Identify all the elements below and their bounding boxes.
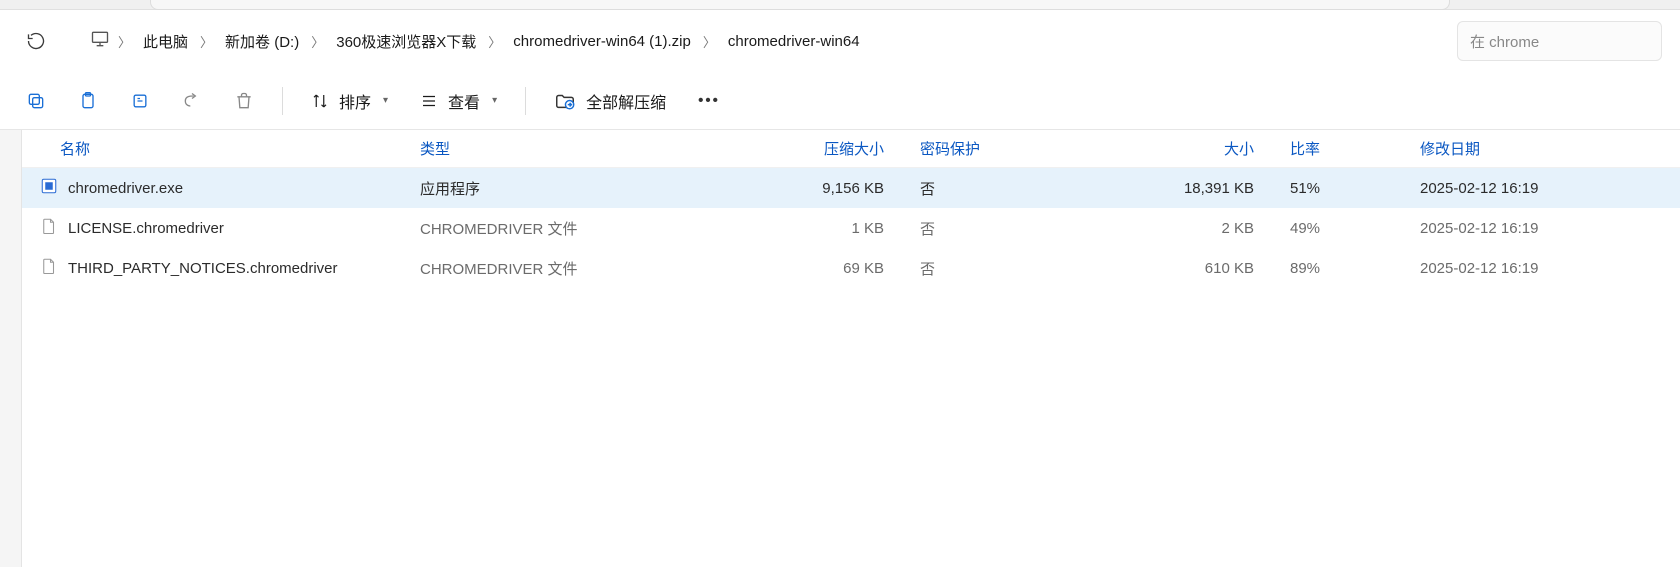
chevron-down-icon: ▾ bbox=[492, 95, 497, 106]
sort-indicator-icon: ⌃ bbox=[228, 138, 237, 139]
sort-icon bbox=[311, 92, 329, 110]
column-header-compressed-size[interactable]: 压缩大小 bbox=[672, 138, 902, 159]
more-button[interactable]: ••• bbox=[686, 81, 732, 121]
file-type: CHROMEDRIVER 文件 bbox=[402, 258, 672, 279]
search-input[interactable]: 在 chrome bbox=[1457, 21, 1662, 61]
rename-button[interactable] bbox=[118, 81, 162, 121]
paste-button[interactable] bbox=[66, 81, 110, 121]
exe-icon bbox=[40, 177, 58, 199]
file-list: 名称 ⌃ 类型 压缩大小 密码保护 大小 比率 修改日期 chromedrive… bbox=[22, 130, 1680, 567]
file-compressed-size: 9,156 KB bbox=[672, 180, 902, 197]
view-button[interactable]: 查看 ▾ bbox=[408, 81, 509, 121]
file-row[interactable]: LICENSE.chromedriver CHROMEDRIVER 文件1 KB否… bbox=[22, 208, 1680, 248]
file-name: THIRD_PARTY_NOTICES.chromedriver bbox=[68, 260, 338, 277]
file-ratio: 51% bbox=[1272, 180, 1402, 197]
column-header-type[interactable]: 类型 bbox=[402, 138, 672, 159]
file-ratio: 89% bbox=[1272, 260, 1402, 277]
trash-icon bbox=[234, 91, 254, 111]
file-name: chromedriver.exe bbox=[68, 180, 183, 197]
toolbar-separator bbox=[282, 87, 283, 115]
address-bar: 〉 此电脑 〉 新加卷 (D:) 〉 360极速浏览器X下载 〉 chromed… bbox=[0, 10, 1680, 72]
chevron-right-icon[interactable]: 〉 bbox=[116, 32, 133, 51]
file-row[interactable]: THIRD_PARTY_NOTICES.chromedriver CHROMEDR… bbox=[22, 248, 1680, 288]
file-password-protected: 否 bbox=[902, 178, 1042, 199]
refresh-icon bbox=[26, 31, 46, 51]
file-password-protected: 否 bbox=[902, 218, 1042, 239]
breadcrumb-item-3[interactable]: chromedriver-win64 (1).zip bbox=[503, 27, 701, 56]
chevron-right-icon[interactable]: 〉 bbox=[486, 32, 503, 51]
file-name: LICENSE.chromedriver bbox=[68, 220, 224, 237]
share-button[interactable] bbox=[170, 81, 214, 121]
chevron-right-icon[interactable]: 〉 bbox=[701, 32, 718, 51]
file-password-protected: 否 bbox=[902, 258, 1042, 279]
file-icon bbox=[40, 217, 58, 239]
file-size: 18,391 KB bbox=[1042, 180, 1272, 197]
file-row[interactable]: chromedriver.exe 应用程序9,156 KB否18,391 KB51… bbox=[22, 168, 1680, 208]
toolbar-separator bbox=[525, 87, 526, 115]
column-header-size[interactable]: 大小 bbox=[1042, 138, 1272, 159]
file-ratio: 49% bbox=[1272, 220, 1402, 237]
column-header-name[interactable]: 名称 ⌃ bbox=[22, 138, 402, 159]
file-type: CHROMEDRIVER 文件 bbox=[402, 218, 672, 239]
chevron-down-icon: ▾ bbox=[383, 95, 388, 106]
file-modified: 2025-02-12 16:19 bbox=[1402, 260, 1622, 277]
copy-icon bbox=[26, 91, 46, 111]
sort-label: 排序 bbox=[339, 89, 371, 113]
extract-all-label: 全部解压缩 bbox=[586, 89, 666, 113]
share-icon bbox=[182, 91, 202, 111]
more-icon: ••• bbox=[698, 92, 720, 109]
chevron-right-icon[interactable]: 〉 bbox=[309, 32, 326, 51]
column-header-password[interactable]: 密码保护 bbox=[902, 138, 1042, 159]
view-label: 查看 bbox=[448, 89, 480, 113]
file-compressed-size: 1 KB bbox=[672, 220, 902, 237]
file-modified: 2025-02-12 16:19 bbox=[1402, 180, 1622, 197]
chevron-right-icon[interactable]: 〉 bbox=[198, 32, 215, 51]
rename-icon bbox=[130, 91, 150, 111]
column-header-modified[interactable]: 修改日期 bbox=[1402, 138, 1622, 159]
extract-icon bbox=[554, 90, 576, 112]
file-modified: 2025-02-12 16:19 bbox=[1402, 220, 1622, 237]
file-name-cell: LICENSE.chromedriver bbox=[22, 217, 402, 239]
toolbar: 排序 ▾ 查看 ▾ 全部解压缩 ••• bbox=[0, 72, 1680, 130]
file-name-cell: chromedriver.exe bbox=[22, 177, 402, 199]
refresh-button[interactable] bbox=[18, 23, 54, 59]
column-header-ratio[interactable]: 比率 bbox=[1272, 138, 1402, 159]
file-icon bbox=[40, 257, 58, 279]
file-name-cell: THIRD_PARTY_NOTICES.chromedriver bbox=[22, 257, 402, 279]
monitor-icon bbox=[84, 29, 116, 53]
title-pill bbox=[150, 0, 1450, 10]
breadcrumb-item-2[interactable]: 360极速浏览器X下载 bbox=[326, 25, 486, 58]
breadcrumb-item-1[interactable]: 新加卷 (D:) bbox=[215, 25, 309, 58]
nav-pane-collapsed[interactable] bbox=[0, 130, 22, 567]
file-compressed-size: 69 KB bbox=[672, 260, 902, 277]
copy-button[interactable] bbox=[14, 81, 58, 121]
breadcrumb: 〉 此电脑 〉 新加卷 (D:) 〉 360极速浏览器X下载 〉 chromed… bbox=[76, 21, 1445, 61]
view-icon bbox=[420, 92, 438, 110]
file-size: 610 KB bbox=[1042, 260, 1272, 277]
sort-button[interactable]: 排序 ▾ bbox=[299, 81, 400, 121]
file-size: 2 KB bbox=[1042, 220, 1272, 237]
extract-all-button[interactable]: 全部解压缩 bbox=[542, 81, 678, 121]
paste-icon bbox=[78, 91, 98, 111]
breadcrumb-item-0[interactable]: 此电脑 bbox=[133, 25, 198, 58]
file-type: 应用程序 bbox=[402, 178, 672, 199]
breadcrumb-item-4[interactable]: chromedriver-win64 bbox=[718, 27, 870, 56]
delete-button[interactable] bbox=[222, 81, 266, 121]
column-headers: 名称 ⌃ 类型 压缩大小 密码保护 大小 比率 修改日期 bbox=[22, 130, 1680, 168]
main-area: 名称 ⌃ 类型 压缩大小 密码保护 大小 比率 修改日期 chromedrive… bbox=[0, 130, 1680, 567]
search-placeholder: 在 chrome bbox=[1470, 31, 1539, 52]
